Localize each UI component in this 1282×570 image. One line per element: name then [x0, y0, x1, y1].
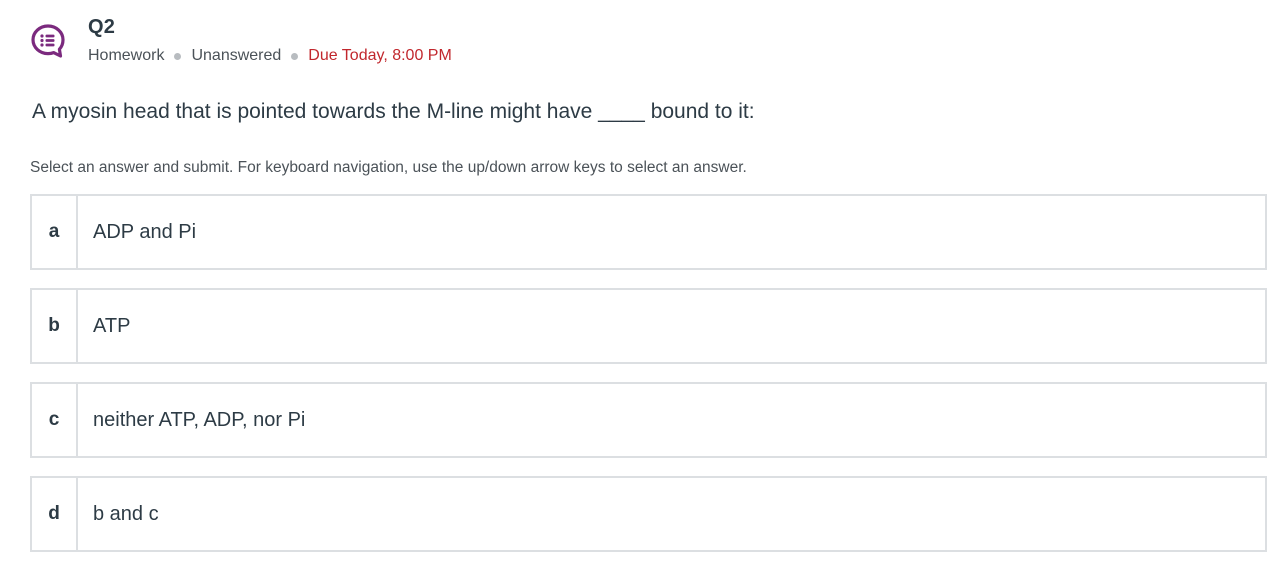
option-text: neither ATP, ADP, nor Pi	[93, 408, 306, 431]
option-letter: d	[32, 478, 78, 550]
answer-status: Unanswered	[191, 47, 282, 64]
answer-instructions: Select an answer and submit. For keyboar…	[30, 159, 747, 176]
assignment-type: Homework	[88, 47, 165, 64]
question-meta: Homework Unanswered Due Today, 8:00 PM	[88, 47, 452, 65]
option-letter: a	[32, 196, 78, 268]
answer-option-b[interactable]: b ATP	[30, 288, 1267, 364]
answer-option-d[interactable]: d b and c	[30, 476, 1267, 552]
option-text: b and c	[93, 502, 159, 525]
question-list-icon	[31, 24, 65, 58]
option-letter: b	[32, 290, 78, 362]
separator-dot	[291, 52, 299, 60]
answer-options: a ADP and Pi b ATP c neither ATP, ADP, n…	[30, 194, 1267, 570]
question-text: A myosin head that is pointed towards th…	[32, 100, 755, 123]
option-letter: c	[32, 384, 78, 456]
answer-option-a[interactable]: a ADP and Pi	[30, 194, 1267, 270]
option-text: ATP	[93, 314, 131, 337]
question-number: Q2	[88, 16, 116, 38]
due-date: Due Today, 8:00 PM	[308, 47, 452, 64]
question-header: Q2 Homework Unanswered Due Today, 8:00 P…	[30, 14, 1260, 74]
option-text: ADP and Pi	[93, 220, 197, 243]
answer-option-c[interactable]: c neither ATP, ADP, nor Pi	[30, 382, 1267, 458]
separator-dot	[174, 52, 182, 60]
